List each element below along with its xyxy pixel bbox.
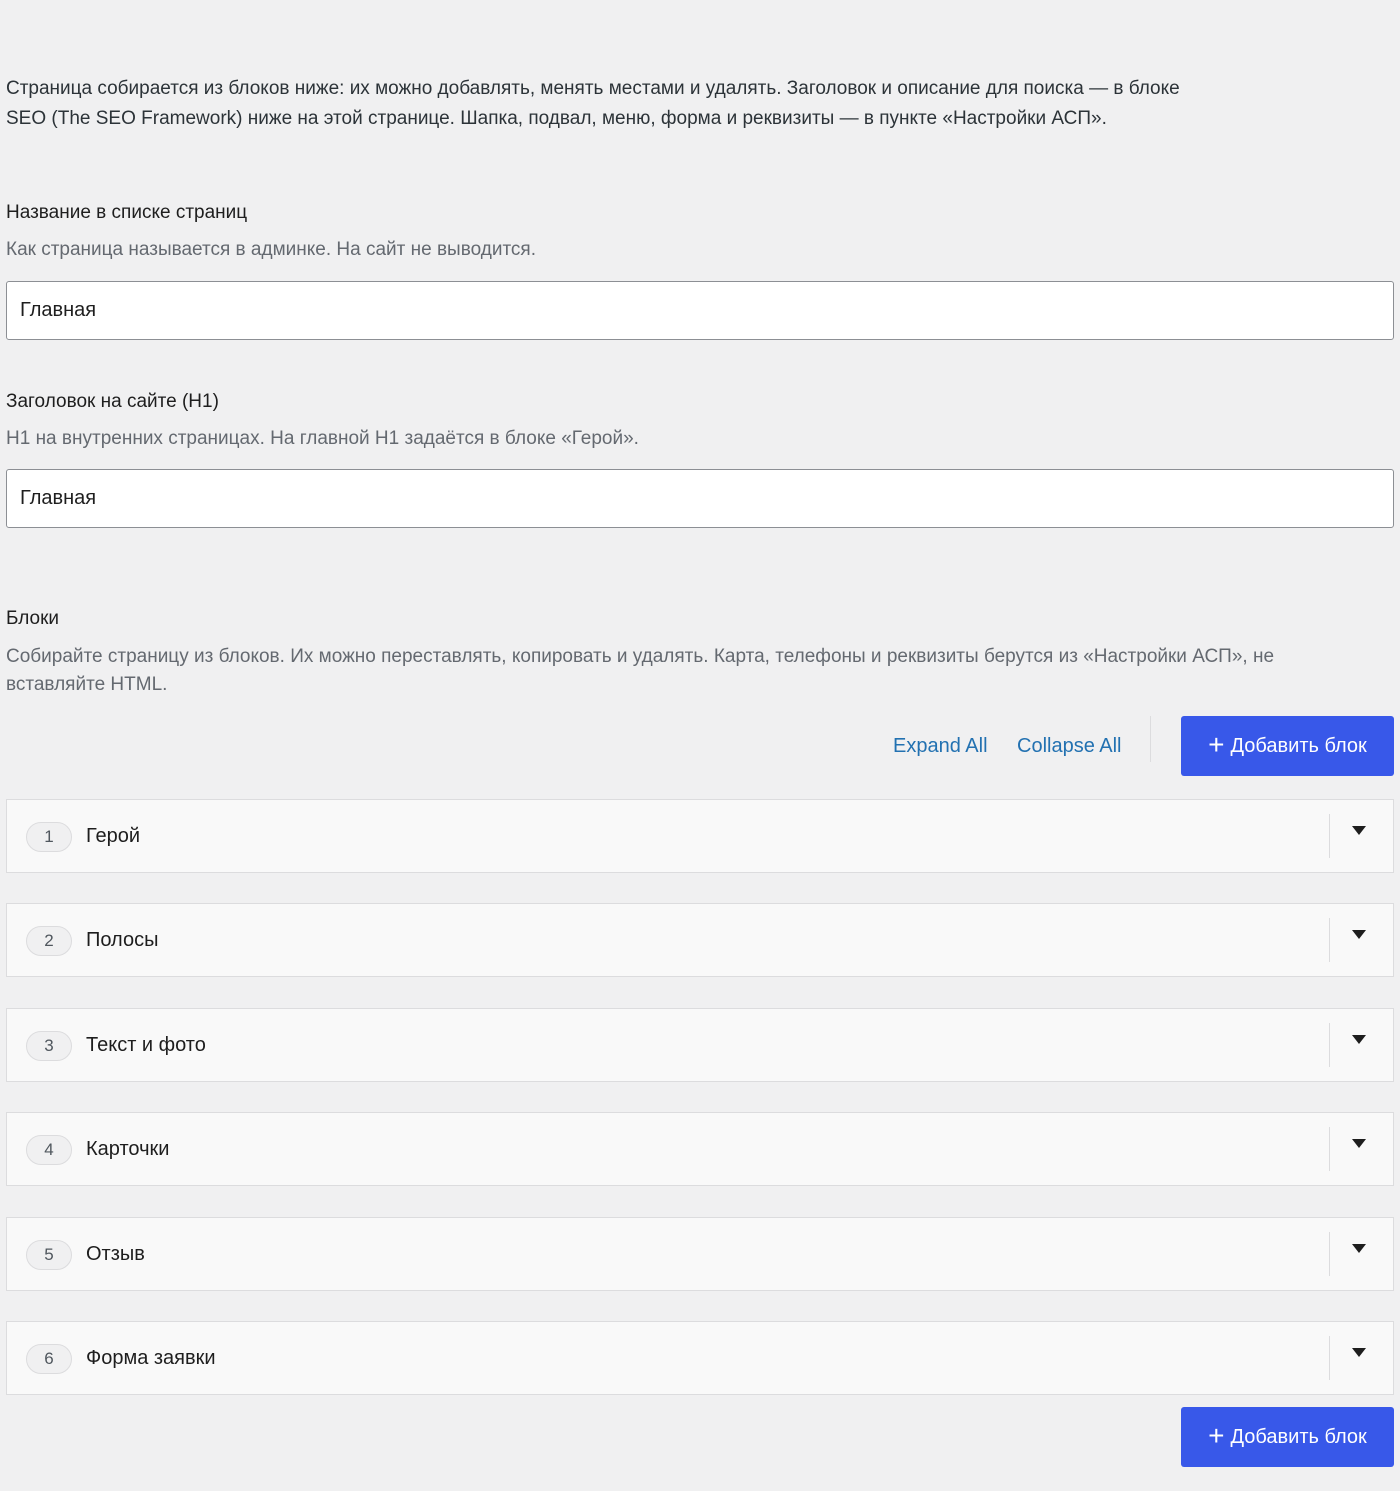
add-block-label: Добавить блок (1230, 734, 1367, 757)
block-number: 4 (26, 1135, 72, 1165)
block-separator (1329, 918, 1330, 962)
block-row[interactable]: 5 Отзыв (6, 1217, 1394, 1291)
block-number: 1 (26, 822, 72, 852)
blocks-description: Собирайте страницу из блоков. Их можно п… (6, 646, 1275, 695)
block-row[interactable]: 1 Герой (6, 799, 1394, 873)
block-toggle-button[interactable] (1339, 1232, 1379, 1264)
caret-down-icon (1352, 1138, 1366, 1148)
block-title: Герой (86, 825, 141, 847)
toolbar-divider (1150, 716, 1151, 762)
block-number: 6 (26, 1344, 72, 1374)
block-row[interactable]: 2 Полосы (6, 903, 1394, 977)
block-title: Карточки (86, 1138, 170, 1160)
block-separator (1329, 814, 1330, 858)
caret-down-icon (1352, 929, 1366, 939)
h1-label: Заголовок на сайте (H1) (6, 391, 219, 412)
h1-input[interactable] (6, 469, 1394, 528)
caret-down-icon (1352, 1347, 1366, 1357)
block-row[interactable]: 4 Карточки (6, 1112, 1394, 1186)
caret-down-icon (1352, 825, 1366, 835)
block-number: 5 (26, 1240, 72, 1270)
block-toggle-button[interactable] (1339, 814, 1379, 846)
add-block-button-bottom[interactable]: + Добавить блок (1181, 1407, 1394, 1467)
add-block-button-top[interactable]: + Добавить блок (1181, 716, 1394, 776)
expand-all-link[interactable]: Expand All (893, 733, 988, 759)
list-title-description: Как страница называется в админке. На са… (6, 239, 536, 260)
block-toggle-button[interactable] (1339, 1023, 1379, 1055)
block-separator (1329, 1336, 1330, 1380)
block-number: 2 (26, 926, 72, 956)
block-toggle-button[interactable] (1339, 1127, 1379, 1159)
intro-text: Страница собирается из блоков ниже: их м… (6, 78, 1180, 129)
blocks-label: Блоки (6, 608, 60, 629)
block-separator (1329, 1232, 1330, 1276)
plus-icon: + (1208, 1419, 1225, 1451)
block-separator (1329, 1127, 1330, 1171)
block-row[interactable]: 3 Текст и фото (6, 1008, 1394, 1082)
block-title: Полосы (86, 929, 159, 951)
plus-icon: + (1208, 728, 1225, 760)
collapse-all-link[interactable]: Collapse All (1017, 733, 1122, 759)
add-block-label: Добавить блок (1230, 1425, 1367, 1448)
page: Страница собирается из блоков ниже: их м… (0, 0, 1400, 1491)
caret-down-icon (1352, 1034, 1366, 1044)
block-separator (1329, 1023, 1330, 1067)
h1-description: H1 на внутренних страницах. На главной H… (6, 428, 639, 449)
block-number: 3 (26, 1031, 72, 1061)
list-title-label: Название в списке страниц (6, 202, 248, 223)
block-toggle-button[interactable] (1339, 918, 1379, 950)
caret-down-icon (1352, 1243, 1366, 1253)
block-title: Текст и фото (86, 1034, 206, 1056)
list-title-input[interactable] (6, 281, 1394, 340)
block-title: Отзыв (86, 1243, 145, 1265)
block-toggle-button[interactable] (1339, 1336, 1379, 1368)
block-title: Форма заявки (86, 1347, 216, 1369)
block-row[interactable]: 6 Форма заявки (6, 1321, 1394, 1395)
